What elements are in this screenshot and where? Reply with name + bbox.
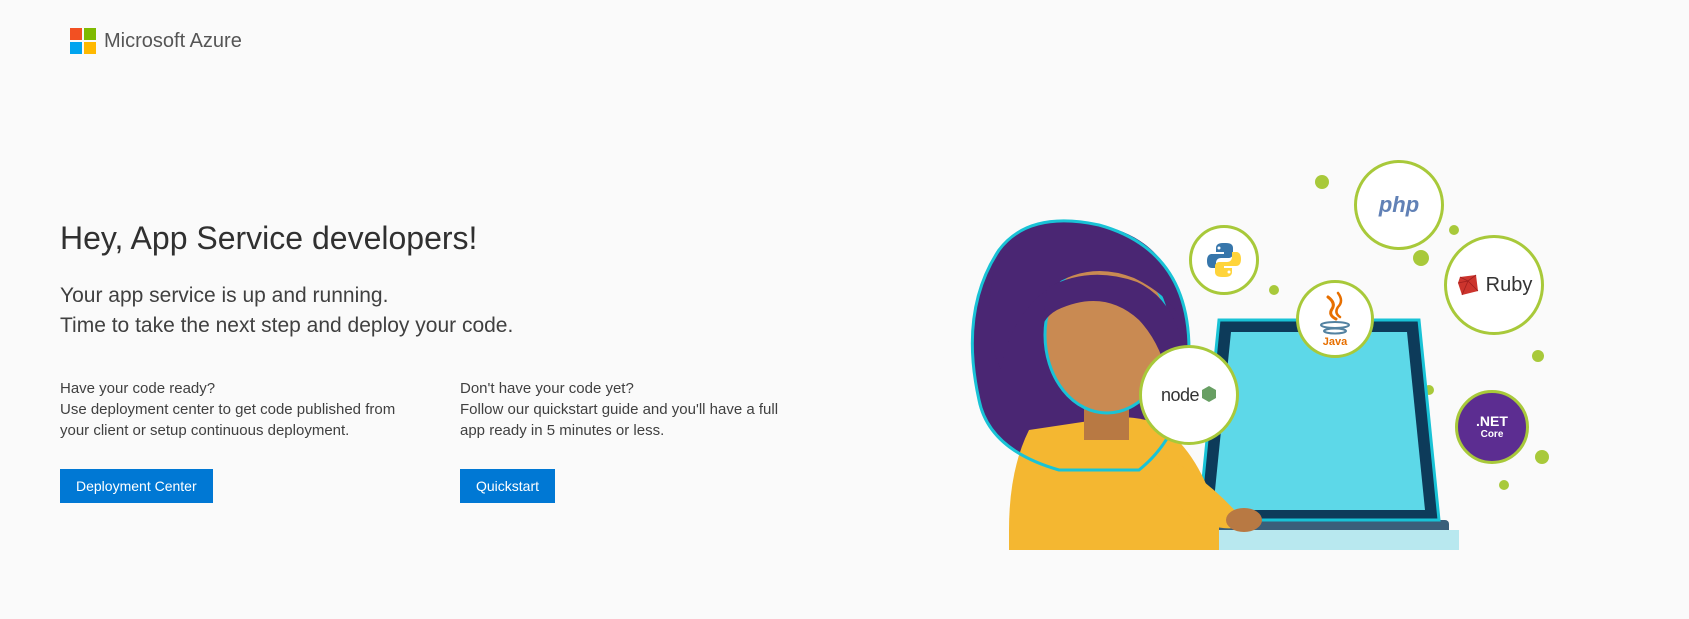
brand-logo: Microsoft Azure <box>70 28 242 54</box>
subtitle-line-1: Your app service is up and running. <box>60 281 820 311</box>
dotnet-icon: .NET Core <box>1455 390 1529 464</box>
page-subtitle: Your app service is up and running. Time… <box>60 281 820 342</box>
page-title: Hey, App Service developers! <box>60 220 820 257</box>
deployment-center-button[interactable]: Deployment Center <box>60 469 213 503</box>
brand-text: Microsoft Azure <box>104 30 242 53</box>
deployment-description: Use deployment center to get code publis… <box>60 399 400 441</box>
hero-illustration: php Ruby Java node .NET Core <box>939 150 1559 550</box>
quickstart-question: Don't have your code yet? <box>460 380 800 397</box>
svg-text:Java: Java <box>1323 336 1348 347</box>
quickstart-description: Follow our quickstart guide and you'll h… <box>460 399 800 441</box>
java-icon: Java <box>1296 280 1374 358</box>
node-icon: node <box>1139 345 1239 445</box>
column-deployment: Have your code ready? Use deployment cen… <box>60 380 400 503</box>
microsoft-logo-icon <box>70 28 96 54</box>
php-icon: php <box>1354 160 1444 250</box>
subtitle-line-2: Time to take the next step and deploy yo… <box>60 311 820 341</box>
ruby-icon: Ruby <box>1444 235 1544 335</box>
python-icon <box>1189 225 1259 295</box>
main-content: Hey, App Service developers! Your app se… <box>60 220 820 503</box>
column-quickstart: Don't have your code yet? Follow our qui… <box>460 380 800 503</box>
quickstart-button[interactable]: Quickstart <box>460 469 555 503</box>
deployment-question: Have your code ready? <box>60 380 400 397</box>
